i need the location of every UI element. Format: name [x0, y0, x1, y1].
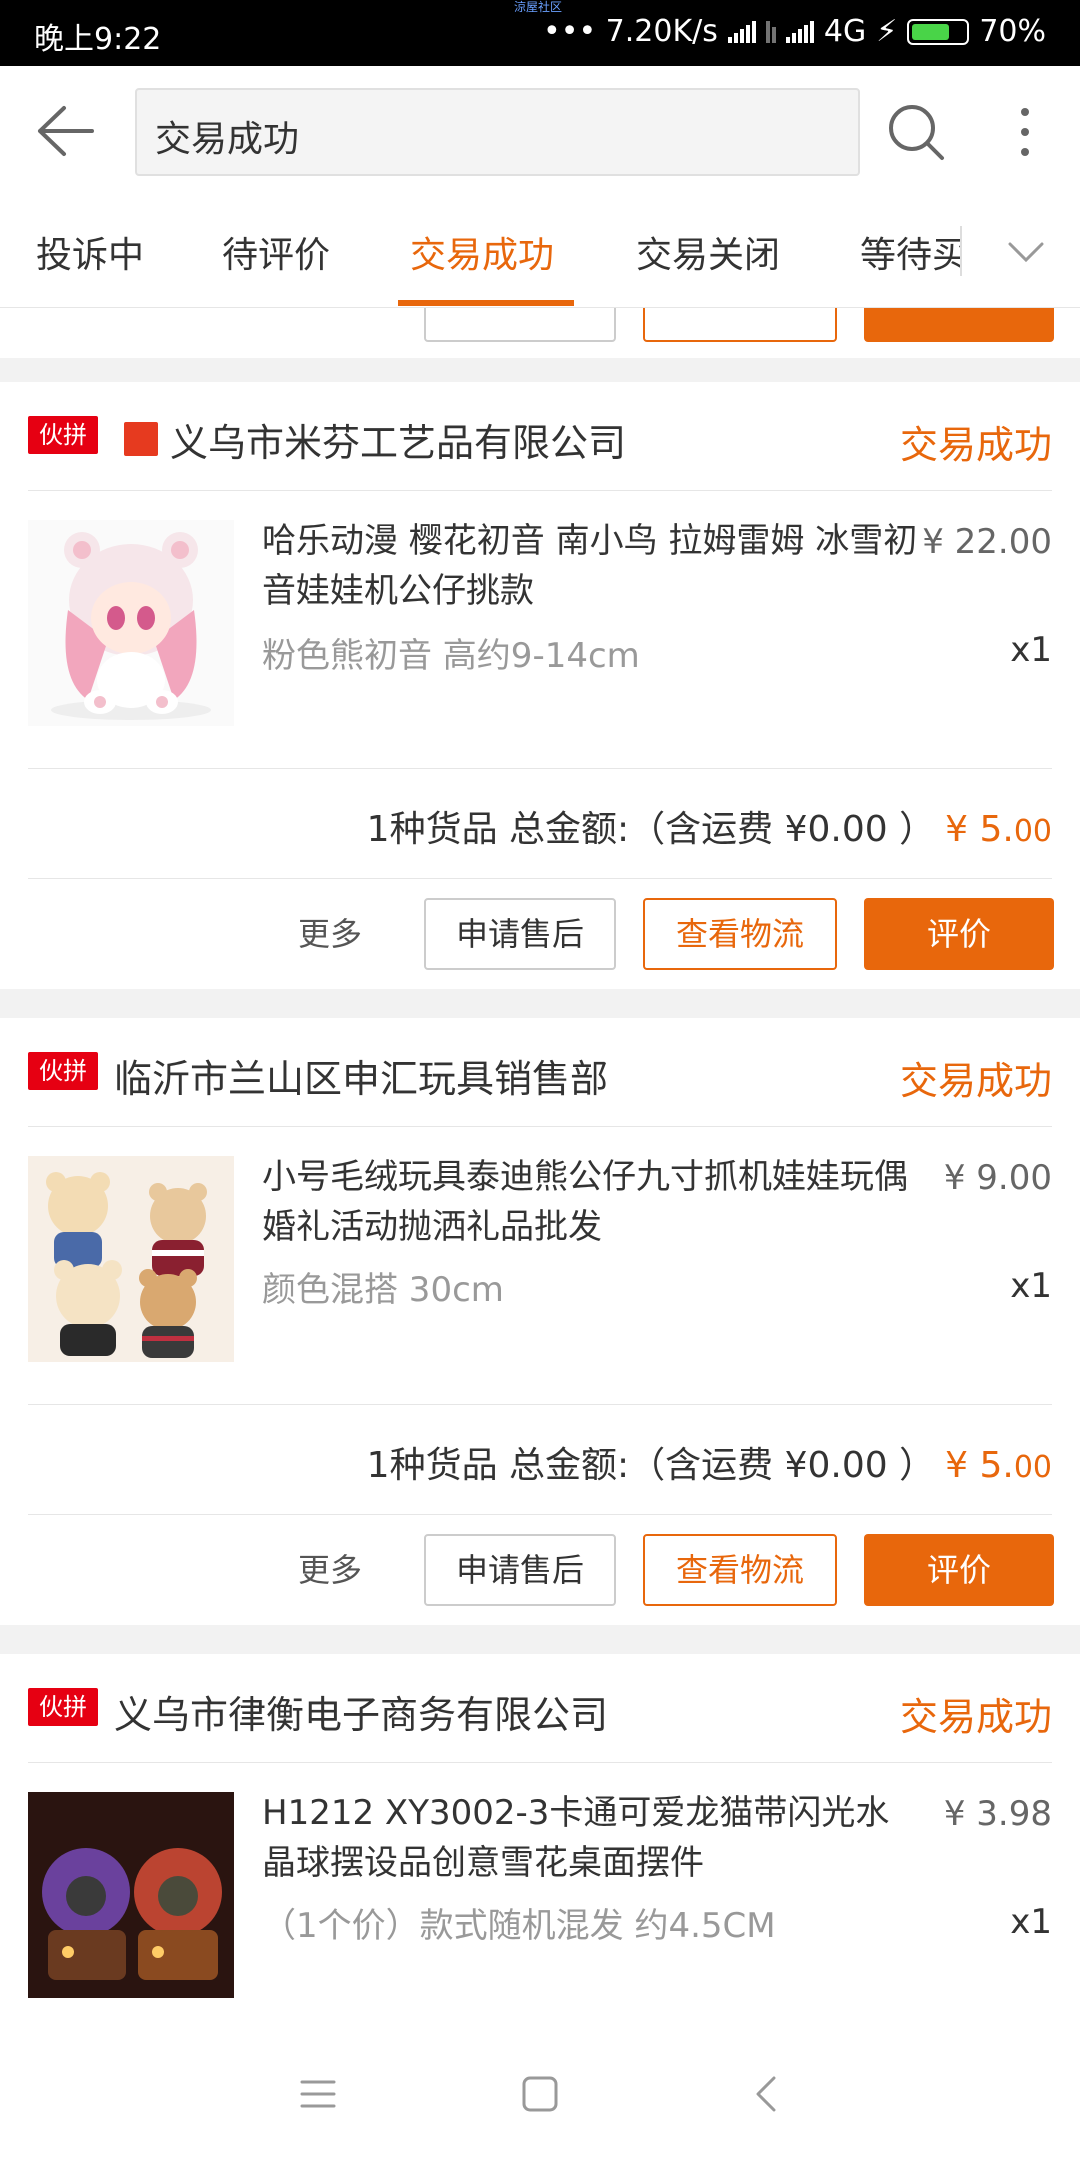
data-arrows-icon — [765, 20, 776, 43]
status-notification-label: 涼屋社区 — [514, 0, 563, 14]
product-title[interactable]: 小号毛绒玩具泰迪熊公仔九寸抓机娃娃玩偶婚礼活动抛洒礼品批发 — [262, 1152, 922, 1252]
more-button[interactable]: 更多 — [270, 1534, 390, 1606]
order-total-cents: 00 — [1013, 1450, 1052, 1485]
divider — [28, 490, 1052, 491]
network-speed: ••• 7.20K/s — [543, 14, 718, 49]
prev-logistics-button[interactable] — [643, 308, 837, 342]
top-bar: 交易成功 — [0, 66, 1080, 196]
order-header[interactable]: 伙拼 临沂市兰山区申汇玩具销售部 交易成功 — [0, 1018, 1080, 1128]
summary-text: 1种货品 总金额:（含运费 ¥0.00 ） — [366, 809, 936, 850]
store-badge-icon — [124, 422, 158, 456]
order-summary: 1种货品 总金额:（含运费 ¥0.00 ） ¥ 5.00 — [367, 800, 1052, 852]
home-icon[interactable] — [518, 2072, 562, 2116]
product-spec: （1个价）款式随机混发 约4.5CM — [262, 1906, 776, 1946]
product-title[interactable]: 哈乐动漫 樱花初音 南小鸟 拉姆雷姆 冰雪初音娃娃机公仔挑款 — [262, 516, 922, 616]
search-input[interactable]: 交易成功 — [135, 88, 860, 176]
view-logistics-button[interactable]: 查看物流 — [643, 898, 837, 970]
prev-after-sale-button[interactable] — [424, 308, 616, 342]
signal-icon — [727, 20, 756, 43]
product-spec: 粉色熊初音 高约9-14cm — [262, 636, 640, 676]
order-tabs: 投诉中 待评价 交易成功 交易关闭 等待买 — [0, 196, 1080, 308]
battery-percent: 70% — [979, 14, 1046, 49]
summary-text: 1种货品 总金额:（含运费 ¥0.00 ） — [366, 1445, 936, 1486]
chevron-down-icon[interactable] — [1004, 232, 1048, 272]
order-total: ¥ 5.00 — [945, 1445, 1052, 1486]
teddy-bear-image — [28, 1156, 234, 1362]
product-price: ¥ 3.98 — [943, 1794, 1052, 1834]
tab-closed[interactable]: 交易关闭 — [636, 226, 780, 278]
order-header[interactable]: 伙拼 义乌市律衡电子商务有限公司 交易成功 — [0, 1654, 1080, 1764]
order-card: 伙拼 义乌市律衡电子商务有限公司 交易成功 H1212 XY3002-3卡通可爱… — [0, 1654, 1080, 2028]
product-quantity: x1 — [1010, 1266, 1052, 1306]
network-type: 4G — [823, 14, 867, 49]
divider — [28, 1514, 1052, 1515]
product-title[interactable]: H1212 XY3002-3卡通可爱龙猫带闪光水晶球摆设品创意雪花桌面摆件 — [262, 1788, 922, 1888]
product-quantity: x1 — [1010, 1902, 1052, 1942]
back-icon[interactable] — [746, 2072, 790, 2116]
doll-image — [28, 520, 234, 726]
battery-icon — [907, 18, 970, 45]
snow-globe-image — [28, 1792, 234, 1998]
status-bar: 晚上9:22 涼屋社区 ••• 7.20K/s 4G ⚡ 70% — [0, 0, 1080, 66]
order-total-main: ¥ 5. — [945, 809, 1014, 850]
back-arrow-icon[interactable] — [36, 104, 96, 158]
signal-icon-2 — [785, 20, 814, 43]
status-right: ••• 7.20K/s 4G ⚡ 70% — [543, 14, 1046, 49]
order-card: 伙拼 临沂市兰山区申汇玩具销售部 交易成功 小号毛绒玩具泰迪熊公仔九寸抓机娃娃玩… — [0, 1018, 1080, 1625]
order-header[interactable]: 伙拼 义乌市米芬工艺品有限公司 交易成功 — [0, 382, 1080, 492]
divider — [28, 1762, 1052, 1763]
active-tab-indicator — [398, 300, 574, 306]
group-buy-tag: 伙拼 — [28, 416, 98, 454]
order-total-cents: 00 — [1013, 814, 1052, 849]
divider — [28, 768, 1052, 769]
tab-to-review[interactable]: 待评价 — [222, 226, 330, 278]
product-thumbnail[interactable] — [28, 520, 234, 726]
previous-order-peek — [0, 308, 1080, 358]
order-status: 交易成功 — [899, 423, 1052, 467]
order-summary: 1种货品 总金额:（含运费 ¥0.00 ） ¥ 5.00 — [367, 1436, 1052, 1488]
order-status: 交易成功 — [899, 1695, 1052, 1739]
store-name[interactable]: 义乌市米芬工艺品有限公司 — [170, 412, 626, 467]
store-name[interactable]: 义乌市律衡电子商务有限公司 — [114, 1684, 608, 1739]
store-name[interactable]: 临沂市兰山区申汇玩具销售部 — [114, 1048, 608, 1103]
product-spec: 颜色混搭 30cm — [262, 1270, 504, 1310]
system-nav-bar — [0, 2028, 1080, 2160]
charging-icon: ⚡ — [876, 14, 898, 49]
product-quantity: x1 — [1010, 630, 1052, 670]
review-button[interactable]: 评价 — [864, 1534, 1054, 1606]
more-vertical-icon[interactable] — [1010, 102, 1040, 162]
product-thumbnail[interactable] — [28, 1156, 234, 1362]
search-icon[interactable] — [886, 102, 946, 162]
divider — [28, 1404, 1052, 1405]
tab-waiting[interactable]: 等待买 — [860, 226, 960, 278]
prev-review-button[interactable] — [864, 308, 1054, 342]
group-buy-tag: 伙拼 — [28, 1688, 98, 1726]
order-total: ¥ 5.00 — [945, 809, 1052, 850]
divider — [28, 878, 1052, 879]
tab-complaint[interactable]: 投诉中 — [36, 226, 144, 278]
order-total-main: ¥ 5. — [945, 1445, 1014, 1486]
after-sale-button[interactable]: 申请售后 — [424, 898, 616, 970]
order-card: 伙拼 义乌市米芬工艺品有限公司 交易成功 哈乐动漫 樱花初音 南小鸟 拉姆雷姆 … — [0, 382, 1080, 989]
product-thumbnail[interactable] — [28, 1792, 234, 1998]
product-price: ¥ 22.00 — [922, 522, 1052, 562]
menu-icon[interactable] — [296, 2072, 340, 2116]
view-logistics-button[interactable]: 查看物流 — [643, 1534, 837, 1606]
group-buy-tag: 伙拼 — [28, 1052, 98, 1090]
product-price: ¥ 9.00 — [943, 1158, 1052, 1198]
order-status: 交易成功 — [899, 1059, 1052, 1103]
status-time: 晚上9:22 — [34, 22, 162, 57]
divider — [28, 1126, 1052, 1127]
after-sale-button[interactable]: 申请售后 — [424, 1534, 616, 1606]
tab-divider — [960, 226, 964, 276]
more-button[interactable]: 更多 — [270, 898, 390, 970]
review-button[interactable]: 评价 — [864, 898, 1054, 970]
tab-completed[interactable]: 交易成功 — [410, 226, 554, 278]
